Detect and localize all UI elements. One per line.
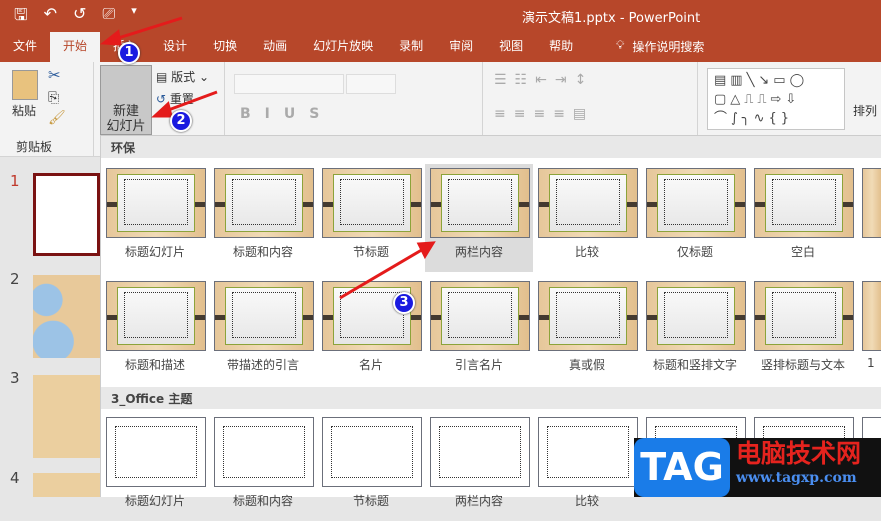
step-badge-2: 2	[170, 110, 192, 132]
step-badge-1: 1	[118, 42, 140, 64]
watermark-name: 电脑技术网	[736, 439, 862, 468]
annotation-arrows	[99, 16, 436, 300]
step-badge-3: 3	[393, 292, 415, 314]
watermark-url: www.tagxp.com	[736, 470, 857, 486]
watermark: TAG 电脑技术网 www.tagxp.com	[634, 438, 881, 497]
watermark-logo: TAG	[634, 438, 730, 497]
